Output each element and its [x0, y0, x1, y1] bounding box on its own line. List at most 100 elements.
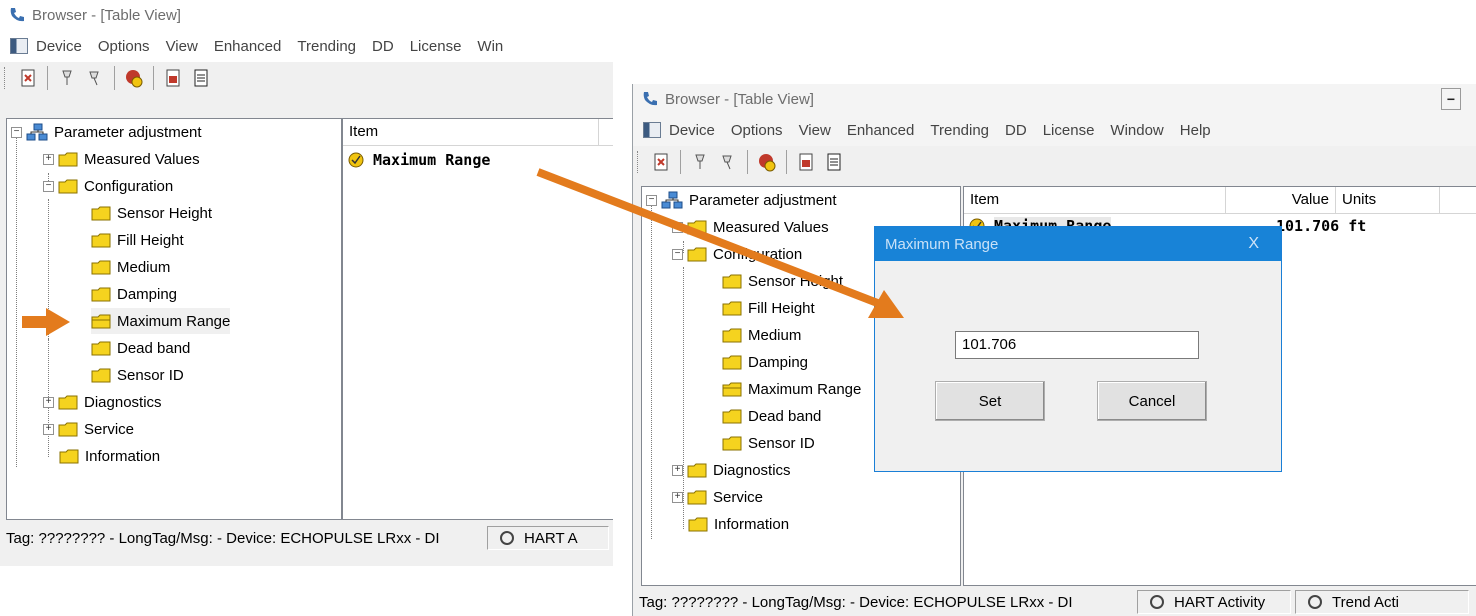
- dialog-title: Maximum Range: [885, 235, 999, 253]
- menu-license[interactable]: License: [1043, 122, 1095, 139]
- tree-item-medium[interactable]: Medium: [91, 254, 170, 280]
- connect-icon[interactable]: [689, 151, 711, 173]
- device-status-icon[interactable]: [123, 67, 145, 89]
- menu-enhanced[interactable]: Enhanced: [847, 122, 915, 139]
- refresh-device-icon[interactable]: [17, 67, 39, 89]
- left-title-bar: Browser - [Table View]: [0, 0, 613, 30]
- menu-trending[interactable]: Trending: [930, 122, 989, 139]
- menu-device[interactable]: Device: [669, 122, 715, 139]
- tree-item-damping[interactable]: Damping: [91, 281, 177, 307]
- tree-item-measured-values[interactable]: + Measured Values: [672, 214, 829, 240]
- tree-label: Sensor Height: [748, 272, 844, 290]
- expand-icon[interactable]: +: [43, 396, 54, 408]
- tree-item-sensor-id[interactable]: Sensor ID: [722, 430, 815, 456]
- document-list-icon[interactable]: [823, 151, 845, 173]
- report-icon[interactable]: [162, 67, 184, 89]
- folder-icon: [722, 301, 742, 316]
- tree-item-dead-band[interactable]: Dead band: [91, 335, 190, 361]
- column-header-item[interactable]: Item: [964, 187, 1226, 213]
- tree-item-dead-band[interactable]: Dead band: [722, 403, 821, 429]
- status-tag: Tag: ???????? - LongTag/Msg: - Device: E…: [6, 529, 440, 547]
- collapse-icon[interactable]: −: [11, 126, 22, 138]
- menu-window[interactable]: Win: [477, 38, 503, 55]
- menu-view[interactable]: View: [799, 122, 831, 139]
- disconnect-icon[interactable]: [717, 151, 739, 173]
- tree-root[interactable]: − Parameter adjustment: [646, 187, 837, 213]
- menu-options[interactable]: Options: [98, 38, 150, 55]
- toolbar-grip[interactable]: [637, 151, 641, 173]
- tree-item-diagnostics[interactable]: + Diagnostics: [672, 457, 791, 483]
- menu-help[interactable]: Help: [1180, 122, 1211, 139]
- tree-item-sensor-id[interactable]: Sensor ID: [91, 362, 184, 388]
- menu-options[interactable]: Options: [731, 122, 783, 139]
- tree-item-service[interactable]: + Service: [43, 416, 134, 442]
- toolbar-separator: [747, 150, 748, 174]
- expand-icon[interactable]: +: [43, 153, 54, 165]
- tree-label: Configuration: [84, 177, 174, 195]
- left-tree-pane: − Parameter adjustment + Measured Values…: [6, 118, 342, 520]
- menu-view[interactable]: View: [166, 38, 198, 55]
- tree-root[interactable]: − Parameter adjustment: [11, 119, 202, 145]
- column-header-item[interactable]: Item: [343, 119, 599, 145]
- tree-item-configuration[interactable]: − Configuration: [43, 173, 173, 199]
- column-header-units[interactable]: Units: [1336, 187, 1440, 213]
- folder-icon: [687, 220, 707, 235]
- tree-item-maximum-range[interactable]: Maximum Range: [722, 376, 861, 402]
- report-icon[interactable]: [795, 151, 817, 173]
- status-trend-label: Trend Acti: [1332, 593, 1399, 611]
- tree-item-sensor-height[interactable]: Sensor Height: [722, 268, 843, 294]
- cancel-button[interactable]: Cancel: [1097, 381, 1207, 421]
- tree-item-information[interactable]: Information: [59, 443, 160, 469]
- left-list-pane: Item Maximum Range: [342, 118, 613, 520]
- document-icon[interactable]: [643, 122, 661, 138]
- right-menu-bar: Device Options View Enhanced Trending DD…: [633, 114, 1476, 172]
- refresh-device-icon[interactable]: [650, 151, 672, 173]
- tree-label: Service: [713, 488, 764, 506]
- menu-dd[interactable]: DD: [1005, 122, 1027, 139]
- tree-item-information[interactable]: Information: [688, 511, 789, 537]
- tree-item-fill-height[interactable]: Fill Height: [722, 295, 815, 321]
- column-header-value[interactable]: Value: [1226, 187, 1336, 213]
- tree-label: Medium: [117, 258, 171, 276]
- menu-trending[interactable]: Trending: [297, 38, 356, 55]
- tree-item-measured-values[interactable]: + Measured Values: [43, 146, 200, 172]
- collapse-icon[interactable]: −: [672, 248, 683, 260]
- maximum-range-input[interactable]: 101.706: [955, 331, 1199, 359]
- document-icon[interactable]: [10, 38, 28, 54]
- list-row[interactable]: Maximum Range: [347, 147, 490, 173]
- minimize-button[interactable]: −: [1441, 88, 1461, 110]
- collapse-icon[interactable]: −: [646, 194, 657, 206]
- menu-window[interactable]: Window: [1110, 122, 1163, 139]
- disconnect-icon[interactable]: [84, 67, 106, 89]
- phone-app-icon: [641, 90, 659, 108]
- menu-device[interactable]: Device: [36, 38, 82, 55]
- device-status-icon[interactable]: [756, 151, 778, 173]
- tree-item-configuration[interactable]: − Configuration: [672, 241, 802, 267]
- phone-app-icon: [8, 6, 26, 24]
- collapse-icon[interactable]: −: [43, 180, 54, 192]
- status-tag: Tag: ???????? - LongTag/Msg: - Device: E…: [639, 593, 1073, 611]
- tree-label: Diagnostics: [713, 461, 791, 479]
- toolbar-grip[interactable]: [4, 67, 8, 89]
- tree-item-fill-height[interactable]: Fill Height: [91, 227, 184, 253]
- tree-label: Diagnostics: [84, 393, 162, 411]
- tree-item-maximum-range[interactable]: Maximum Range: [91, 308, 231, 334]
- set-button[interactable]: Set: [935, 381, 1045, 421]
- expand-icon[interactable]: +: [43, 423, 54, 435]
- expand-icon[interactable]: +: [672, 491, 683, 503]
- close-icon[interactable]: X: [1248, 235, 1259, 253]
- toolbar-separator: [786, 150, 787, 174]
- connect-icon[interactable]: [56, 67, 78, 89]
- menu-license[interactable]: License: [410, 38, 462, 55]
- menu-dd[interactable]: DD: [372, 38, 394, 55]
- tree-item-service[interactable]: + Service: [672, 484, 763, 510]
- status-hart-label: HART Activity: [1174, 593, 1266, 611]
- tree-item-sensor-height[interactable]: Sensor Height: [91, 200, 212, 226]
- expand-icon[interactable]: +: [672, 464, 683, 476]
- expand-icon[interactable]: +: [672, 221, 683, 233]
- tree-item-medium[interactable]: Medium: [722, 322, 801, 348]
- tree-item-damping[interactable]: Damping: [722, 349, 808, 375]
- tree-item-diagnostics[interactable]: + Diagnostics: [43, 389, 162, 415]
- document-list-icon[interactable]: [190, 67, 212, 89]
- menu-enhanced[interactable]: Enhanced: [214, 38, 282, 55]
